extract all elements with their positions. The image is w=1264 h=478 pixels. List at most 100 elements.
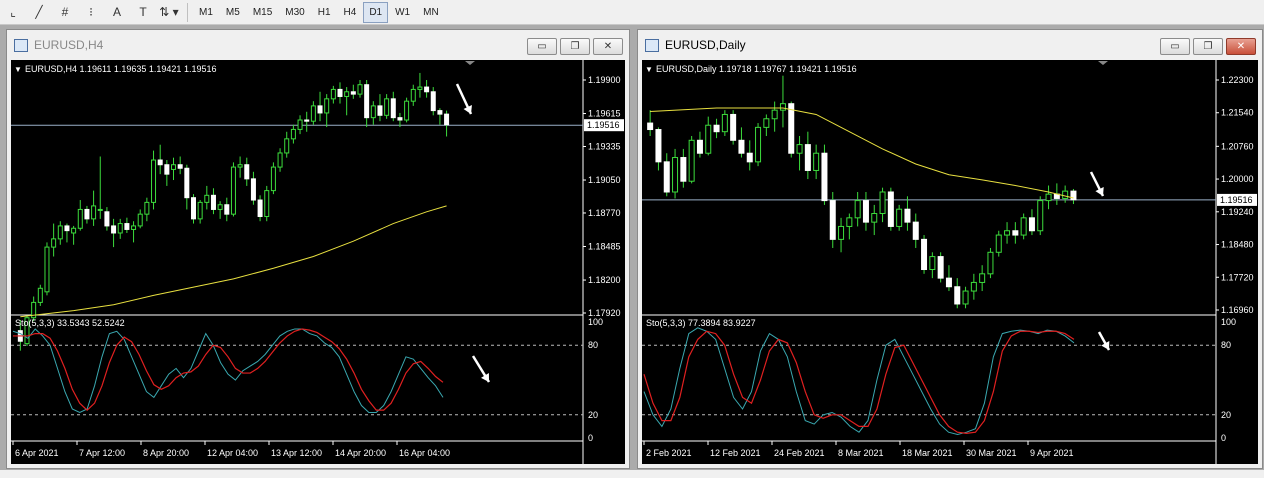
- restore-button[interactable]: ❐: [1193, 38, 1223, 55]
- moving-average-line: [20, 205, 447, 318]
- bullish-candle: [237, 164, 243, 168]
- time-label: 6 Apr 2021: [15, 448, 59, 458]
- price-label: 1.18480: [1221, 240, 1254, 250]
- bullish-candle: [77, 208, 83, 229]
- text-label-tool-icon[interactable]: T: [132, 2, 154, 23]
- down-arrow-icon: [1089, 171, 1105, 197]
- window-titlebar[interactable]: EURUSD,H4 ▭ ❐ ✕: [7, 30, 629, 60]
- bearish-candle: [390, 98, 396, 119]
- bullish-candle: [672, 157, 679, 193]
- price-label: 1.18770: [588, 208, 621, 218]
- chart-area[interactable]: EURUSD,Daily 1.19718 1.19767 1.19421 1.1…: [642, 60, 1258, 464]
- bullish-candle: [1045, 193, 1052, 202]
- bullish-candle: [284, 138, 290, 154]
- cursor-tool-icon[interactable]: ⌞: [2, 2, 24, 23]
- bearish-candle: [104, 211, 110, 227]
- bullish-candle: [131, 225, 137, 230]
- bearish-candle: [317, 105, 323, 114]
- bullish-candle: [51, 238, 57, 248]
- price-label: 1.19240: [1221, 207, 1254, 217]
- bullish-candle: [1004, 230, 1011, 236]
- bullish-candle: [270, 166, 276, 192]
- bearish-candle: [430, 91, 436, 112]
- bullish-candle: [144, 201, 150, 215]
- chart-window-icon: [645, 38, 659, 52]
- window-title: EURUSD,H4: [34, 38, 104, 52]
- window-title: EURUSD,Daily: [665, 38, 746, 52]
- indicator-level-label: 0: [1221, 433, 1226, 443]
- bearish-candle: [945, 277, 952, 288]
- main-toolbar: ⌞ ╱ # ⁝ A T ⇅ ▾ M1 M5 M15 M30 H1 H4 D1 W1 MN: [0, 0, 1264, 25]
- bearish-candle: [680, 157, 687, 182]
- bullish-candle: [97, 208, 103, 211]
- bullish-candle: [755, 126, 762, 163]
- bearish-candle: [124, 223, 130, 230]
- time-label: 8 Mar 2021: [838, 448, 884, 458]
- time-label: 7 Apr 12:00: [79, 448, 125, 458]
- indicator-level-label: 0: [588, 433, 593, 443]
- bullish-candle: [37, 287, 43, 303]
- chart-window-eurusd-h4[interactable]: EURUSD,H4 ▭ ❐ ✕ EURUSD,H4 1.19611 1.1963…: [6, 29, 630, 469]
- bullish-candle: [324, 98, 330, 114]
- bullish-candle: [813, 152, 820, 171]
- bearish-candle: [788, 103, 795, 154]
- minimize-button[interactable]: ▭: [527, 38, 557, 55]
- text-tool-icon[interactable]: A: [106, 2, 128, 23]
- bearish-candle: [1028, 217, 1035, 232]
- chart-window-icon: [14, 38, 28, 52]
- close-button[interactable]: ✕: [1226, 38, 1256, 55]
- bearish-candle: [224, 204, 230, 215]
- bearish-candle: [696, 139, 703, 154]
- moving-average-line: [650, 107, 1074, 199]
- timeframe-button-h1[interactable]: H1: [312, 2, 337, 23]
- bullish-candle: [264, 190, 270, 218]
- timeframe-button-w1[interactable]: W1: [389, 2, 416, 23]
- time-label: 14 Apr 20:00: [335, 448, 386, 458]
- fibonacci-tool-icon[interactable]: #: [54, 2, 76, 23]
- timeframe-button-m1[interactable]: M1: [193, 2, 219, 23]
- down-arrow-icon: [471, 355, 491, 383]
- fibo-fan-tool-icon[interactable]: ⁝: [80, 2, 102, 23]
- timeframe-button-mn[interactable]: MN: [417, 2, 445, 23]
- line-tool-icon[interactable]: ╱: [28, 2, 50, 23]
- bullish-candle: [929, 256, 936, 271]
- timeframe-button-d1[interactable]: D1: [363, 1, 389, 23]
- window-titlebar[interactable]: EURUSD,Daily ▭ ❐ ✕: [638, 30, 1262, 60]
- bearish-candle: [250, 178, 256, 201]
- bearish-candle: [730, 113, 737, 141]
- bullish-candle: [995, 234, 1002, 253]
- bearish-candle: [904, 208, 911, 223]
- timeframe-button-m30[interactable]: M30: [279, 2, 310, 23]
- toolbar-separator: [187, 2, 188, 22]
- price-label: 1.17720: [1221, 272, 1254, 282]
- restore-button[interactable]: ❐: [560, 38, 590, 55]
- price-label: 1.19900: [588, 75, 621, 85]
- bullish-candle: [763, 118, 770, 128]
- bearish-candle: [954, 286, 961, 305]
- timeframe-button-h4[interactable]: H4: [338, 2, 363, 23]
- time-label: 9 Apr 2021: [1030, 448, 1074, 458]
- indicator-level-label: 80: [1221, 340, 1231, 350]
- indicator-label: Sto(5,3,3) 33.5343 52.5242: [15, 318, 125, 328]
- chart-area[interactable]: EURUSD,H4 1.19611 1.19635 1.19421 1.1951…: [11, 60, 625, 464]
- candles: [647, 75, 1077, 309]
- indicator-level-label: 80: [588, 340, 598, 350]
- down-arrow-icon: [455, 83, 473, 115]
- minimize-button[interactable]: ▭: [1160, 38, 1190, 55]
- bearish-candle: [190, 197, 196, 220]
- time-label: 12 Feb 2021: [710, 448, 761, 458]
- bullish-candle: [277, 152, 283, 168]
- bullish-candle: [838, 225, 845, 240]
- bearish-candle: [862, 200, 869, 223]
- arrows-tool-icon[interactable]: ⇅ ▾: [158, 2, 180, 23]
- indicator-level-label: 100: [1221, 317, 1236, 327]
- close-button[interactable]: ✕: [593, 38, 623, 55]
- down-arrow-icon: [1097, 331, 1111, 351]
- timeframe-button-m15[interactable]: M15: [247, 2, 278, 23]
- chart-window-eurusd-daily[interactable]: EURUSD,Daily ▭ ❐ ✕ EURUSD,Daily 1.19718 …: [637, 29, 1263, 469]
- timeframe-button-m5[interactable]: M5: [220, 2, 246, 23]
- bullish-candle: [404, 100, 410, 121]
- bearish-candle: [337, 88, 343, 97]
- bullish-candle: [1037, 200, 1044, 232]
- bearish-candle: [184, 167, 190, 199]
